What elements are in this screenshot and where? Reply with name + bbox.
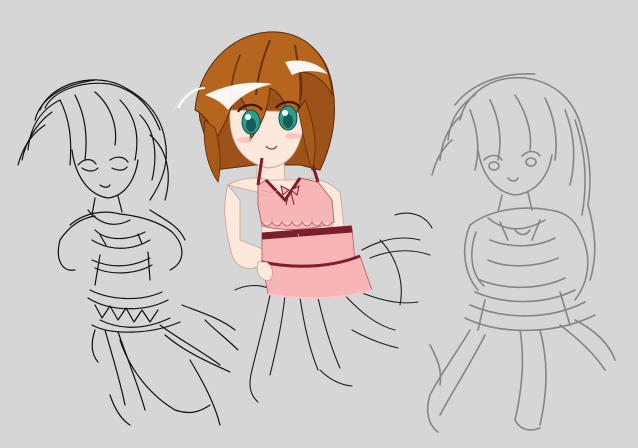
right-sketch-figure bbox=[426, 73, 616, 433]
center-coloured-figure bbox=[171, 31, 433, 403]
artwork bbox=[17, 31, 616, 433]
drawing-canvas bbox=[0, 0, 638, 448]
